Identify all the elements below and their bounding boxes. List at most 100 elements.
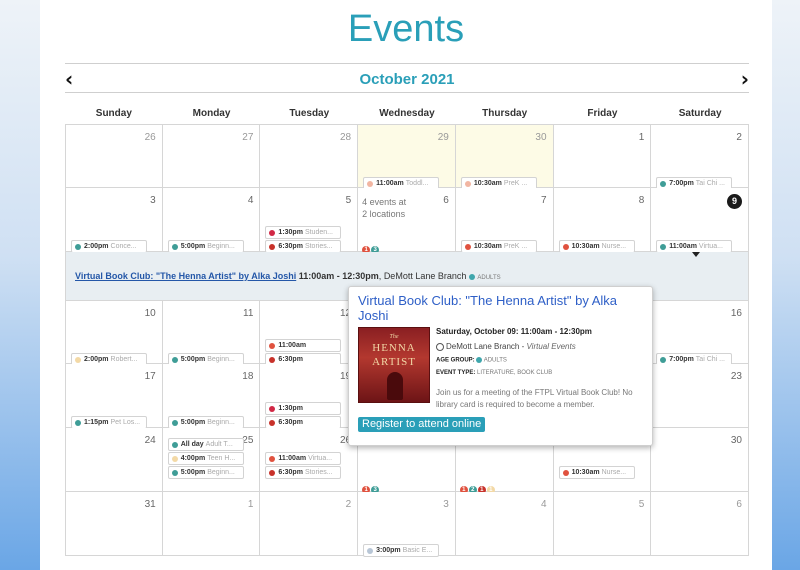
event-time: 7:00pm	[669, 180, 694, 187]
selected-event-time: 11:00am - 12:30pm	[298, 271, 379, 281]
book-cover-line: ARTIST	[372, 356, 416, 368]
day-number: 4	[247, 195, 254, 206]
event-title: Adult T...	[205, 441, 233, 448]
calendar-day-cell[interactable]: 27	[162, 124, 261, 188]
calendar-day-cell[interactable]: 10 2:00pm Robert...	[65, 300, 163, 366]
event-category-dot-icon	[660, 244, 667, 250]
calendar-day-cell[interactable]: 26	[65, 124, 163, 188]
event-title: Virtua...	[308, 455, 333, 462]
event-time: All day	[180, 441, 204, 448]
event-chip[interactable]: 1:30pm	[265, 402, 342, 415]
event-category-dot-icon	[367, 181, 374, 187]
calendar-day-cell[interactable]: 5	[553, 492, 652, 556]
day-number: 2	[345, 499, 352, 510]
calendar-day-cell[interactable]: 25 All day Adult T... 4:00pm Teen H... 5:00pm…	[162, 428, 261, 492]
calendar-day-cell[interactable]: 28	[260, 124, 359, 188]
event-time: 11:00am	[278, 455, 307, 462]
event-category-dot-icon	[269, 406, 276, 412]
event-time: 6:30pm	[278, 243, 303, 250]
calendar-day-cell[interactable]: 24	[65, 428, 163, 492]
event-category-dot-icon	[269, 470, 276, 476]
event-time: 3:00pm	[376, 547, 401, 554]
calendar-day-cell[interactable]: 4 5:00pm Beginn...	[162, 188, 261, 253]
calendar-day-cell[interactable]: 30 10:30am PreK ...	[455, 124, 554, 190]
event-time: 2:00pm	[84, 356, 109, 363]
event-category-dot-icon	[269, 420, 276, 426]
calendar-day-cell[interactable]: 5 1:30pm Studen... 6:30pm Stories...	[260, 188, 359, 253]
event-title: Conce...	[110, 243, 137, 250]
popup-title[interactable]: Virtual Book Club: "The Henna Artist" by…	[358, 293, 648, 323]
event-chip[interactable]: 4:00pm Teen H...	[167, 452, 244, 465]
day-number: 26	[144, 132, 156, 143]
event-category-dot-icon	[660, 181, 667, 187]
location-pin-icon	[436, 342, 444, 351]
day-number: 30	[535, 132, 547, 143]
calendar-day-cell[interactable]: 3 3:00pm Basic E...	[358, 492, 456, 557]
calendar-day-cell[interactable]: 19 1:30pm 6:30pm	[260, 364, 359, 429]
weekday-label: Sunday	[95, 108, 132, 119]
event-time: 11:00am	[376, 180, 404, 187]
weekday-label: Friday	[587, 108, 618, 119]
event-title: Beginn...	[207, 419, 235, 426]
next-month-icon[interactable]: ›	[741, 67, 749, 91]
calendar-day-cell[interactable]: 23	[651, 364, 749, 428]
event-title: Robert...	[110, 356, 138, 363]
audience-dot-icon	[468, 273, 475, 280]
calendar-day-cell[interactable]: 12 11:00am 6:30pm	[260, 300, 359, 366]
calendar-day-cell[interactable]: 1	[162, 492, 261, 556]
calendar-day-cell[interactable]: 6	[651, 492, 749, 556]
calendar-day-cell[interactable]: 1	[553, 124, 652, 188]
popup-venue: Virtual Events	[526, 342, 576, 351]
calendar-day-cell[interactable]: 2	[260, 492, 359, 556]
event-title: Studen...	[304, 229, 333, 236]
calendar-day-cell[interactable]: 9 11:00am Virtua...	[651, 188, 749, 253]
event-chip[interactable]: 3:00pm Basic E...	[363, 544, 440, 557]
event-time: 5:00pm	[180, 243, 206, 250]
event-category-dot-icon	[269, 343, 276, 349]
event-time: 6:30pm	[278, 419, 303, 426]
event-time: 10:30am	[571, 469, 600, 476]
calendar-day-cell[interactable]: 6 4 events at 2 locations 1 3	[358, 188, 456, 254]
calendar-day-cell[interactable]: 3 2:00pm Conce...	[65, 188, 163, 253]
calendar-day-cell[interactable]: 26 11:00am Virtua... 6:30pm Stories...	[260, 428, 359, 492]
event-title: Tai Chi ...	[695, 180, 725, 187]
calendar-day-cell[interactable]: 18 5:00pm Beginn...	[162, 364, 261, 429]
selected-event-link[interactable]: Virtual Book Club: "The Henna Artist" by…	[75, 271, 296, 281]
event-title: Beginn...	[207, 469, 235, 476]
event-time: 7:00pm	[669, 356, 694, 363]
day-number: 17	[144, 371, 156, 382]
event-chip[interactable]: 1:30pm Studen...	[265, 226, 342, 239]
event-category-dot-icon	[269, 456, 276, 462]
event-chip[interactable]: 5:00pm Beginn...	[167, 466, 244, 479]
age-group-value: ADULTS	[483, 357, 507, 364]
calendar-day-cell[interactable]: 4	[455, 492, 554, 556]
calendar-day-cell[interactable]: 17 1:15pm Pet Los...	[65, 364, 163, 429]
event-chip[interactable]: 11:00am	[265, 339, 342, 352]
weekday-label: Saturday	[678, 108, 722, 119]
event-chip[interactable]: All day Adult T...	[167, 438, 244, 451]
register-button[interactable]: Register to attend online	[358, 417, 486, 432]
calendar-day-cell[interactable]: 2 7:00pm Tai Chi ...	[651, 124, 749, 190]
day-number: 16	[730, 308, 742, 319]
event-chip[interactable]: 10:30am Nurse...	[558, 466, 635, 479]
day-number: 5	[638, 499, 645, 510]
calendar-day-cell[interactable]: 7 10:30am PreK ...	[455, 188, 554, 253]
calendar-day-cell[interactable]: 30	[651, 428, 749, 492]
event-chip[interactable]: 6:30pm Stories...	[265, 466, 342, 479]
event-chip[interactable]: 11:00am Virtua...	[265, 452, 342, 465]
event-title: Stories...	[304, 469, 333, 476]
calendar-day-cell[interactable]: 31	[65, 492, 163, 556]
page-title: Events	[347, 8, 465, 50]
event-type-label: EVENT TYPE:	[436, 370, 476, 376]
event-title: Tai Chi ...	[695, 356, 725, 363]
weekday-label: Monday	[192, 108, 231, 119]
calendar-day-cell[interactable]: 8 10:30am Nurse...	[553, 188, 652, 253]
day-number: 4	[540, 499, 547, 510]
calendar-day-cell[interactable]: 29 11:00am Toddl...	[358, 124, 456, 190]
popup-location: DeMott Lane Branch - Virtual Events	[436, 342, 576, 351]
calendar-day-cell[interactable]: 11 5:00pm Beginn...	[162, 300, 261, 366]
day-number: 25	[242, 435, 254, 446]
calendar-day-cell[interactable]: 16 7:00pm Tai Chi ...	[651, 300, 749, 366]
event-popup: Virtual Book Club: "The Henna Artist" by…	[348, 286, 653, 446]
events-summary[interactable]: 4 events at 2 locations	[362, 196, 406, 220]
